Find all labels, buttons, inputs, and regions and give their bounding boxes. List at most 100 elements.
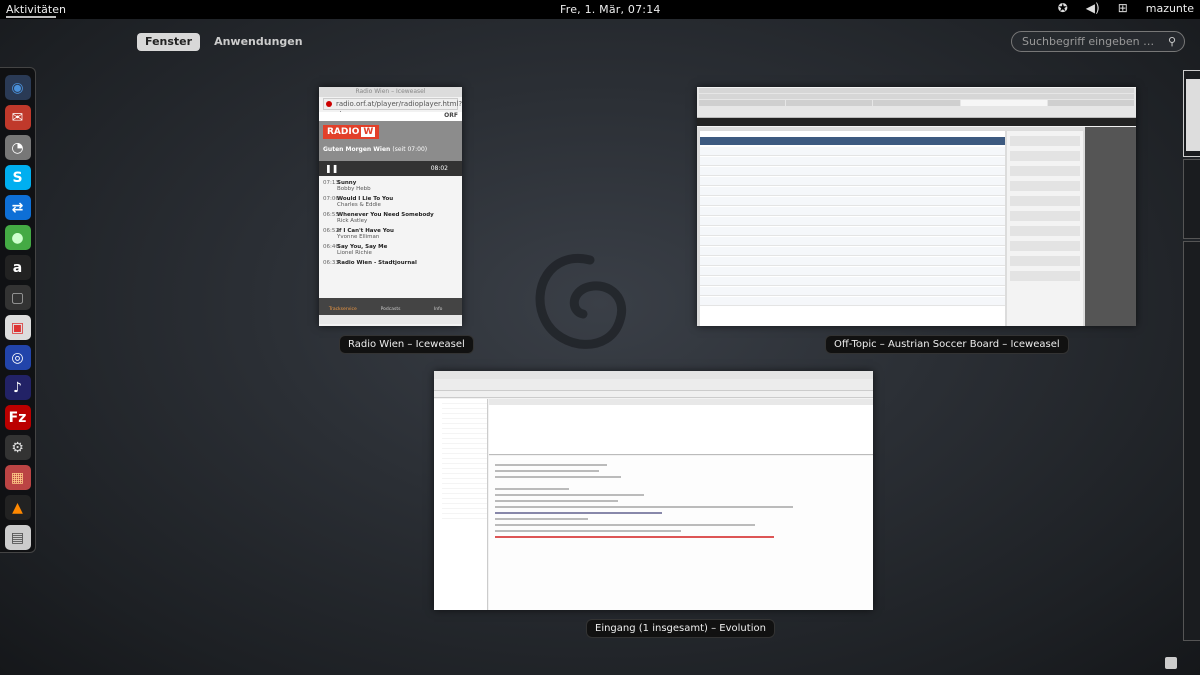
user-menu[interactable]: mazunte [1146, 2, 1194, 15]
track-time: 06:55 [323, 212, 339, 218]
track-item: 07:06 Would I Lie To You Charles & Eddie [323, 196, 458, 208]
window-radio-wien[interactable]: Radio Wien – Iceweasel radio.orf.at/play… [319, 87, 462, 326]
accessibility-icon[interactable]: ✪ [1056, 1, 1070, 15]
search-row [434, 391, 873, 398]
skype-icon[interactable]: S [4, 165, 31, 190]
track-time: 07:13 [323, 180, 339, 186]
thread-row[interactable] [700, 227, 1005, 236]
thread-row[interactable] [700, 287, 1005, 296]
url-bar[interactable]: radio.orf.at/player/radioplayer.html?sta [323, 98, 462, 118]
network-icon[interactable]: ⊞ [1116, 1, 1130, 15]
window-label-evolution[interactable]: Eingang (1 insgesamt) – Evolution [586, 619, 775, 638]
pause-icon[interactable]: ❚❚ [325, 164, 338, 173]
message-tray-icon[interactable] [1165, 657, 1177, 669]
browser-tab[interactable] [699, 100, 786, 106]
menu-bar [699, 88, 1134, 93]
apps-icon[interactable]: ▦ [4, 465, 31, 490]
thread-row[interactable] [700, 187, 1005, 196]
text-line [495, 464, 607, 466]
thread-row[interactable] [700, 217, 1005, 226]
workspace-3[interactable] [1183, 241, 1200, 641]
link-line[interactable] [495, 512, 663, 514]
clock[interactable]: Fre, 1. Mär, 07:14 [560, 3, 661, 16]
settings-icon[interactable]: ⚙ [4, 435, 31, 460]
track-artist: Yvonne Elliman [337, 234, 380, 240]
terminal-icon[interactable]: ▢ [4, 285, 31, 310]
window-forum[interactable] [697, 87, 1136, 326]
volume-icon[interactable]: ◀) [1086, 1, 1100, 15]
workspace-2[interactable] [1183, 159, 1200, 239]
message-list-header [489, 399, 873, 405]
tab-strip [699, 100, 1135, 106]
thread-row[interactable] [700, 267, 1005, 276]
mail-icon[interactable]: ✉ [4, 105, 31, 130]
system-tray: ✪ ◀) ⊞ mazunte [1056, 1, 1194, 15]
thread-row[interactable] [700, 247, 1005, 256]
window-label-radio[interactable]: Radio Wien – Iceweasel [339, 335, 474, 354]
thread-row[interactable] [700, 297, 1005, 306]
track-artist: Charles & Eddie [337, 202, 381, 208]
amazon-icon[interactable]: a [4, 255, 31, 280]
footer-trackservice[interactable]: Trackservice [319, 298, 367, 315]
toolbar [434, 379, 873, 391]
forum-header [700, 137, 1005, 145]
link-line[interactable] [495, 536, 774, 538]
window-label-forum[interactable]: Off-Topic – Austrian Soccer Board – Icew… [825, 335, 1069, 354]
track-artist: Bobby Hebb [337, 186, 371, 192]
window-evolution[interactable] [434, 371, 873, 610]
text-line [495, 494, 644, 496]
top-bar: Aktivitäten Fre, 1. Mär, 07:14 ✪ ◀) ⊞ ma… [0, 0, 1200, 19]
workspace-1[interactable] [1183, 70, 1200, 157]
play-time: 08:02 [430, 165, 448, 172]
orf-bar: ORF [319, 112, 462, 121]
thread-row[interactable] [700, 277, 1005, 286]
sidebar-block [1010, 271, 1080, 281]
thread-row[interactable] [700, 157, 1005, 166]
folder-item[interactable] [442, 514, 487, 519]
footer-info[interactable]: Info [414, 298, 462, 315]
track-time: 07:06 [323, 196, 339, 202]
sidebar-block [1010, 211, 1080, 221]
tab-applications[interactable]: Anwendungen [206, 33, 311, 51]
radio-footer: Trackservice Podcasts Info [319, 298, 462, 315]
thread-row[interactable] [700, 197, 1005, 206]
thread-row[interactable] [700, 257, 1005, 266]
player-bar: ❚❚ 08:02 [319, 161, 462, 176]
radio-player: ORF RADIO W Guten Morgen Wien (seit 07:00… [319, 112, 462, 316]
thread-row[interactable] [700, 207, 1005, 216]
filezilla-icon[interactable]: Fz [4, 405, 31, 430]
track-item: 06:33 Radio Wien - Stadtjournal [323, 260, 458, 266]
track-artist: Rick Astley [337, 218, 368, 224]
software-icon[interactable]: ▣ [4, 315, 31, 340]
chromium-icon[interactable]: ◉ [4, 75, 31, 100]
thread-row[interactable] [700, 177, 1005, 186]
tab-windows[interactable]: Fenster [137, 33, 201, 51]
evolution-icon[interactable]: ◔ [4, 135, 31, 160]
site-icon [326, 101, 332, 107]
browser-tab[interactable] [1047, 100, 1135, 106]
track-time: 06:46 [323, 244, 339, 250]
clementine-icon[interactable]: ♪ [4, 375, 31, 400]
footer-podcasts[interactable]: Podcasts [367, 298, 415, 315]
browser-tab[interactable] [786, 100, 873, 106]
text-line [495, 488, 570, 490]
browser-tab[interactable] [873, 100, 960, 106]
dash: ◉ ✉ ◔ S ⇄ ● a ▢ ▣ ◎ ♪ Fz ⚙ ▦ ▲ ▤ [0, 67, 36, 553]
media-icon[interactable]: ● [4, 225, 31, 250]
files-icon[interactable]: ▤ [4, 525, 31, 550]
teamviewer-icon[interactable]: ⇄ [4, 195, 31, 220]
text-line [495, 518, 588, 520]
search-input[interactable]: Suchbegriff eingeben … ⚲ [1011, 31, 1185, 52]
radio-wien-logo: RADIO W [323, 125, 380, 139]
view-selector: Fenster Anwendungen [137, 33, 311, 51]
status-bar [319, 315, 462, 324]
vlc-icon[interactable]: ▲ [4, 495, 31, 520]
thread-row[interactable] [700, 167, 1005, 176]
activities-button[interactable]: Aktivitäten [6, 3, 66, 16]
thread-row[interactable] [700, 237, 1005, 246]
browser-icon[interactable]: ◎ [4, 345, 31, 370]
thread-row[interactable] [700, 147, 1005, 156]
track-list: 07:13 Sunny Bobby Hebb 07:06 Would I Lie To … [319, 176, 462, 274]
browser-chrome [697, 88, 1136, 118]
browser-tab[interactable] [960, 100, 1047, 106]
